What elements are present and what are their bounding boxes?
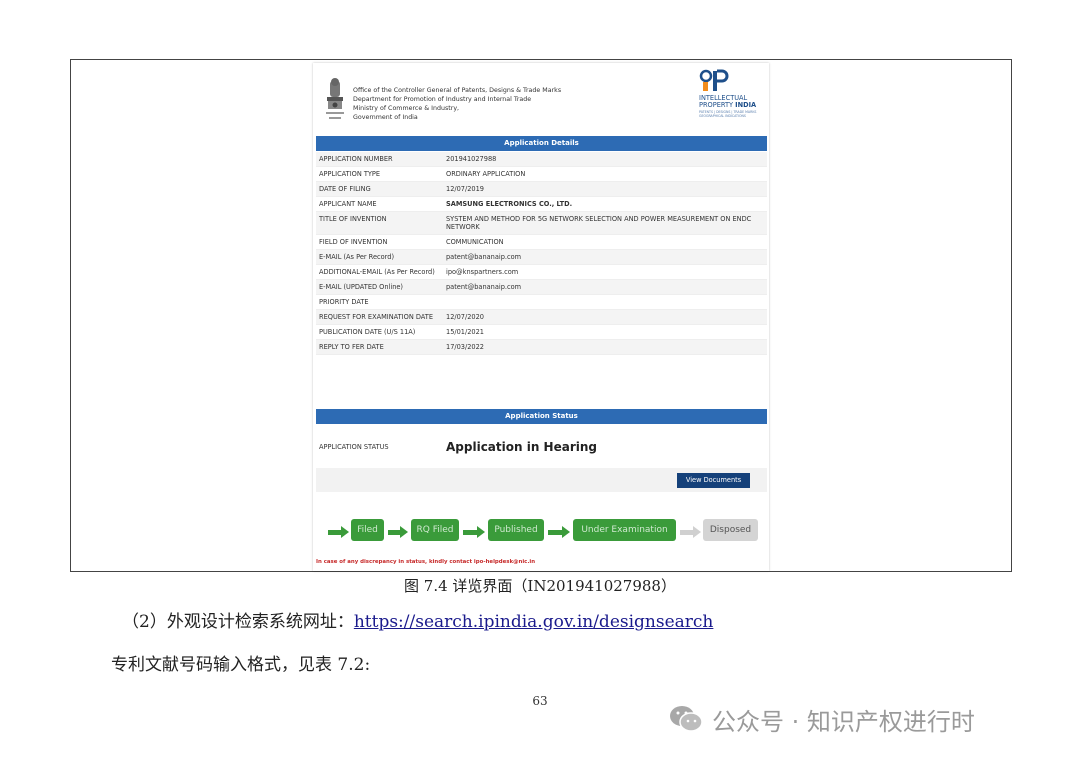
row-value: 17/03/2022 xyxy=(446,343,485,351)
table-row: APPLICATION TYPE ORDINARY APPLICATION xyxy=(316,167,767,182)
table-row: PRIORITY DATE xyxy=(316,295,767,310)
table-row: E-MAIL (UPDATED Online) patent@bananaip.c… xyxy=(316,280,767,295)
step-published: Published xyxy=(488,519,544,541)
row-value: 12/07/2019 xyxy=(446,185,485,193)
application-screenshot: Office of the Controller General of Pate… xyxy=(313,63,769,571)
ip-logo-line2: PROPERTY INDIA xyxy=(699,102,756,109)
office-line: Government of India xyxy=(353,114,418,121)
ip-logo-india: INDIA xyxy=(735,101,757,109)
details-table: APPLICATION NUMBER 201941027988 APPLICATI… xyxy=(316,152,767,355)
row-key: DATE OF FILING xyxy=(319,185,371,193)
table-row: REQUEST FOR EXAMINATION DATE 12/07/2020 xyxy=(316,310,767,325)
table-row: FIELD OF INVENTION COMMUNICATION xyxy=(316,235,767,250)
office-line: Department for Promotion of Industry and… xyxy=(353,96,532,103)
table-row: APPLICANT NAME SAMSUNG ELECTRONICS CO., L… xyxy=(316,197,767,212)
step-under-examination: Under Examination xyxy=(573,519,676,541)
office-line: Ministry of Commerce & Industry, xyxy=(353,105,460,112)
table-row: APPLICATION NUMBER 201941027988 xyxy=(316,152,767,167)
row-value: COMMUNICATION xyxy=(446,238,504,246)
discrepancy-note: In case of any discrepancy in status, ki… xyxy=(316,559,536,565)
row-value: SAMSUNG ELECTRONICS CO., LTD. xyxy=(446,200,573,208)
row-value: SYSTEM AND METHOD FOR 5G NETWORK SELECTI… xyxy=(446,215,752,231)
office-line: Office of the Controller General of Pate… xyxy=(353,87,562,94)
row-key: PRIORITY DATE xyxy=(319,298,369,306)
table-row: ADDITIONAL-EMAIL (As Per Record) ipo@knsp… xyxy=(316,265,767,280)
table-row: REPLY TO FER DATE 17/03/2022 xyxy=(316,340,767,355)
ip-logo-icon xyxy=(699,69,729,91)
status-key: APPLICATION STATUS xyxy=(319,443,389,451)
application-details-heading: Application Details xyxy=(316,136,767,151)
row-value: ORDINARY APPLICATION xyxy=(446,170,526,178)
row-value: patent@bananaip.com xyxy=(446,283,522,291)
view-documents-button[interactable]: View Documents xyxy=(677,473,750,488)
office-title: Office of the Controller General of Pate… xyxy=(353,86,561,122)
status-value: Application in Hearing xyxy=(446,440,597,454)
row-value: ipo@knspartners.com xyxy=(446,268,519,276)
row-key: REPLY TO FER DATE xyxy=(319,343,384,351)
paragraph-design-search: （2）外观设计检索系统网址：https://search.ipindia.gov… xyxy=(122,607,713,632)
table-row: E-MAIL (As Per Record) patent@bananaip.co… xyxy=(316,250,767,265)
row-value: 15/01/2021 xyxy=(446,328,485,336)
row-key: FIELD OF INVENTION xyxy=(319,238,388,246)
national-emblem-icon xyxy=(326,78,344,119)
table-row: TITLE OF INVENTION SYSTEM AND METHOD FOR … xyxy=(316,212,767,235)
step-disposed: Disposed xyxy=(703,519,758,541)
row-value: patent@bananaip.com xyxy=(446,253,522,261)
paragraph-input-format: 专利文献号码输入格式，见表 7.2: xyxy=(111,655,371,675)
design-search-link[interactable]: https://search.ipindia.gov.in/designsear… xyxy=(354,612,714,632)
site-header: Office of the Controller General of Pate… xyxy=(313,63,769,133)
row-key: APPLICANT NAME xyxy=(319,200,377,208)
ip-logo-property: PROPERTY xyxy=(699,101,734,109)
row-value xyxy=(446,298,764,306)
row-value: 201941027988 xyxy=(446,155,497,163)
documents-bar: View Documents xyxy=(316,468,767,492)
row-key: E-MAIL (As Per Record) xyxy=(319,253,395,261)
row-key: PUBLICATION DATE (U/S 11A) xyxy=(319,328,416,336)
watermark-text: 公众号 · 知识产权进行时 xyxy=(712,707,975,736)
table-row: PUBLICATION DATE (U/S 11A) 15/01/2021 xyxy=(316,325,767,340)
progress-tracker: Filed RQ Filed Published Under Examinati… xyxy=(313,516,769,546)
step-filed: Filed xyxy=(351,519,384,541)
row-key: APPLICATION TYPE xyxy=(319,170,381,178)
watermark: 公众号 · 知识产权进行时 xyxy=(668,700,975,738)
status-row: APPLICATION STATUS Application in Hearin… xyxy=(316,429,767,465)
figure-caption: 图 7.4 详览界面（IN201941027988） xyxy=(404,577,676,595)
table-row: DATE OF FILING 12/07/2019 xyxy=(316,182,767,197)
row-key: TITLE OF INVENTION xyxy=(319,215,387,223)
row-key: ADDITIONAL-EMAIL (As Per Record) xyxy=(319,268,435,276)
application-status-heading: Application Status xyxy=(316,409,767,424)
ip-logo-tagline2: GEOGRAPHICAL INDICATIONS xyxy=(699,114,746,118)
wechat-icon xyxy=(670,706,703,732)
row-value: 12/07/2020 xyxy=(446,313,485,321)
row-key: E-MAIL (UPDATED Online) xyxy=(319,283,404,291)
row-key: APPLICATION NUMBER xyxy=(319,155,393,163)
step-rq-filed: RQ Filed xyxy=(411,519,459,541)
ip-india-logo: INTELLECTUAL PROPERTY INDIA PATENTS | DE… xyxy=(699,69,763,121)
paragraph-prefix: （2）外观设计检索系统网址： xyxy=(122,612,354,632)
row-key: REQUEST FOR EXAMINATION DATE xyxy=(319,313,434,321)
